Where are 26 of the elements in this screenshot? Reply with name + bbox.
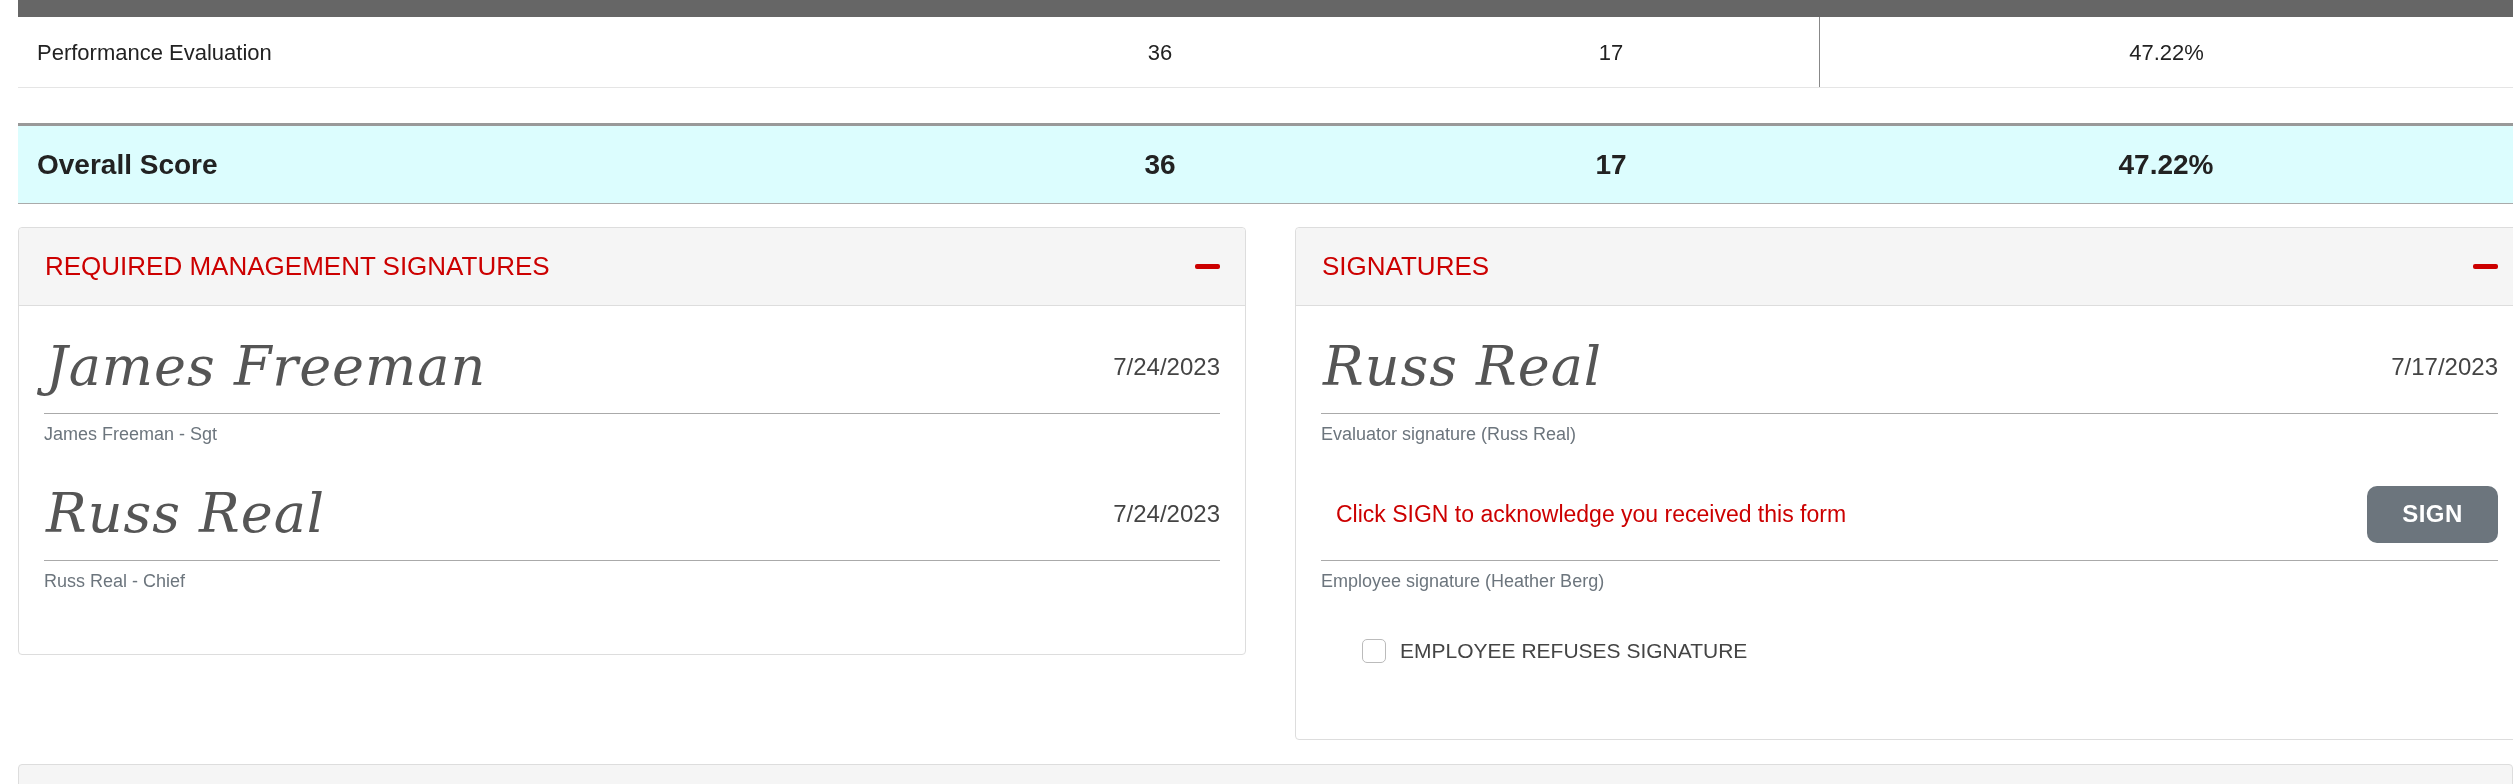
checkbox[interactable] — [1362, 639, 1386, 663]
total-label: Overall Score — [37, 148, 218, 180]
signature-date: 7/24/2023 — [1113, 499, 1220, 529]
signature-caption: Evaluator signature (Russ Real) — [1321, 424, 1577, 444]
signature-caption: James Freeman - Sgt — [44, 424, 218, 444]
total-value: 36 — [1144, 147, 1176, 182]
minus-icon[interactable] — [1195, 264, 1220, 269]
signature-date: 7/24/2023 — [1113, 352, 1220, 382]
table-cell-text: 47.22% — [2129, 38, 2204, 67]
handwritten-signature: Russ Real — [44, 481, 327, 547]
total-value: 17 — [1595, 147, 1627, 182]
panel-title: SIGNATURES — [1322, 250, 1490, 283]
acknowledge-prompt: Click SIGN to acknowledge you received this form — [1336, 499, 1847, 529]
handwritten-signature: Russ Real — [1321, 334, 1604, 400]
signature-caption: Russ Real - Chief — [44, 571, 186, 591]
sign-button[interactable]: SIGN — [2367, 485, 2498, 543]
table-cell-text: 36 — [1147, 38, 1173, 67]
signature-date: 7/17/2023 — [2391, 352, 2498, 382]
table-cell-text: 17 — [1598, 38, 1624, 67]
panel-title: REQUIRED MANAGEMENT SIGNATURES — [45, 250, 550, 283]
total-value: 47.22% — [2118, 147, 2214, 182]
table-cell-text: Performance Evaluation — [37, 38, 272, 67]
signature-caption: Employee signature (Heather Berg) — [1321, 571, 1605, 591]
checkbox-label: EMPLOYEE REFUSES SIGNATURE — [1400, 638, 1748, 665]
handwritten-signature: James Freeman — [32, 327, 501, 407]
minus-icon[interactable] — [2473, 264, 2498, 269]
